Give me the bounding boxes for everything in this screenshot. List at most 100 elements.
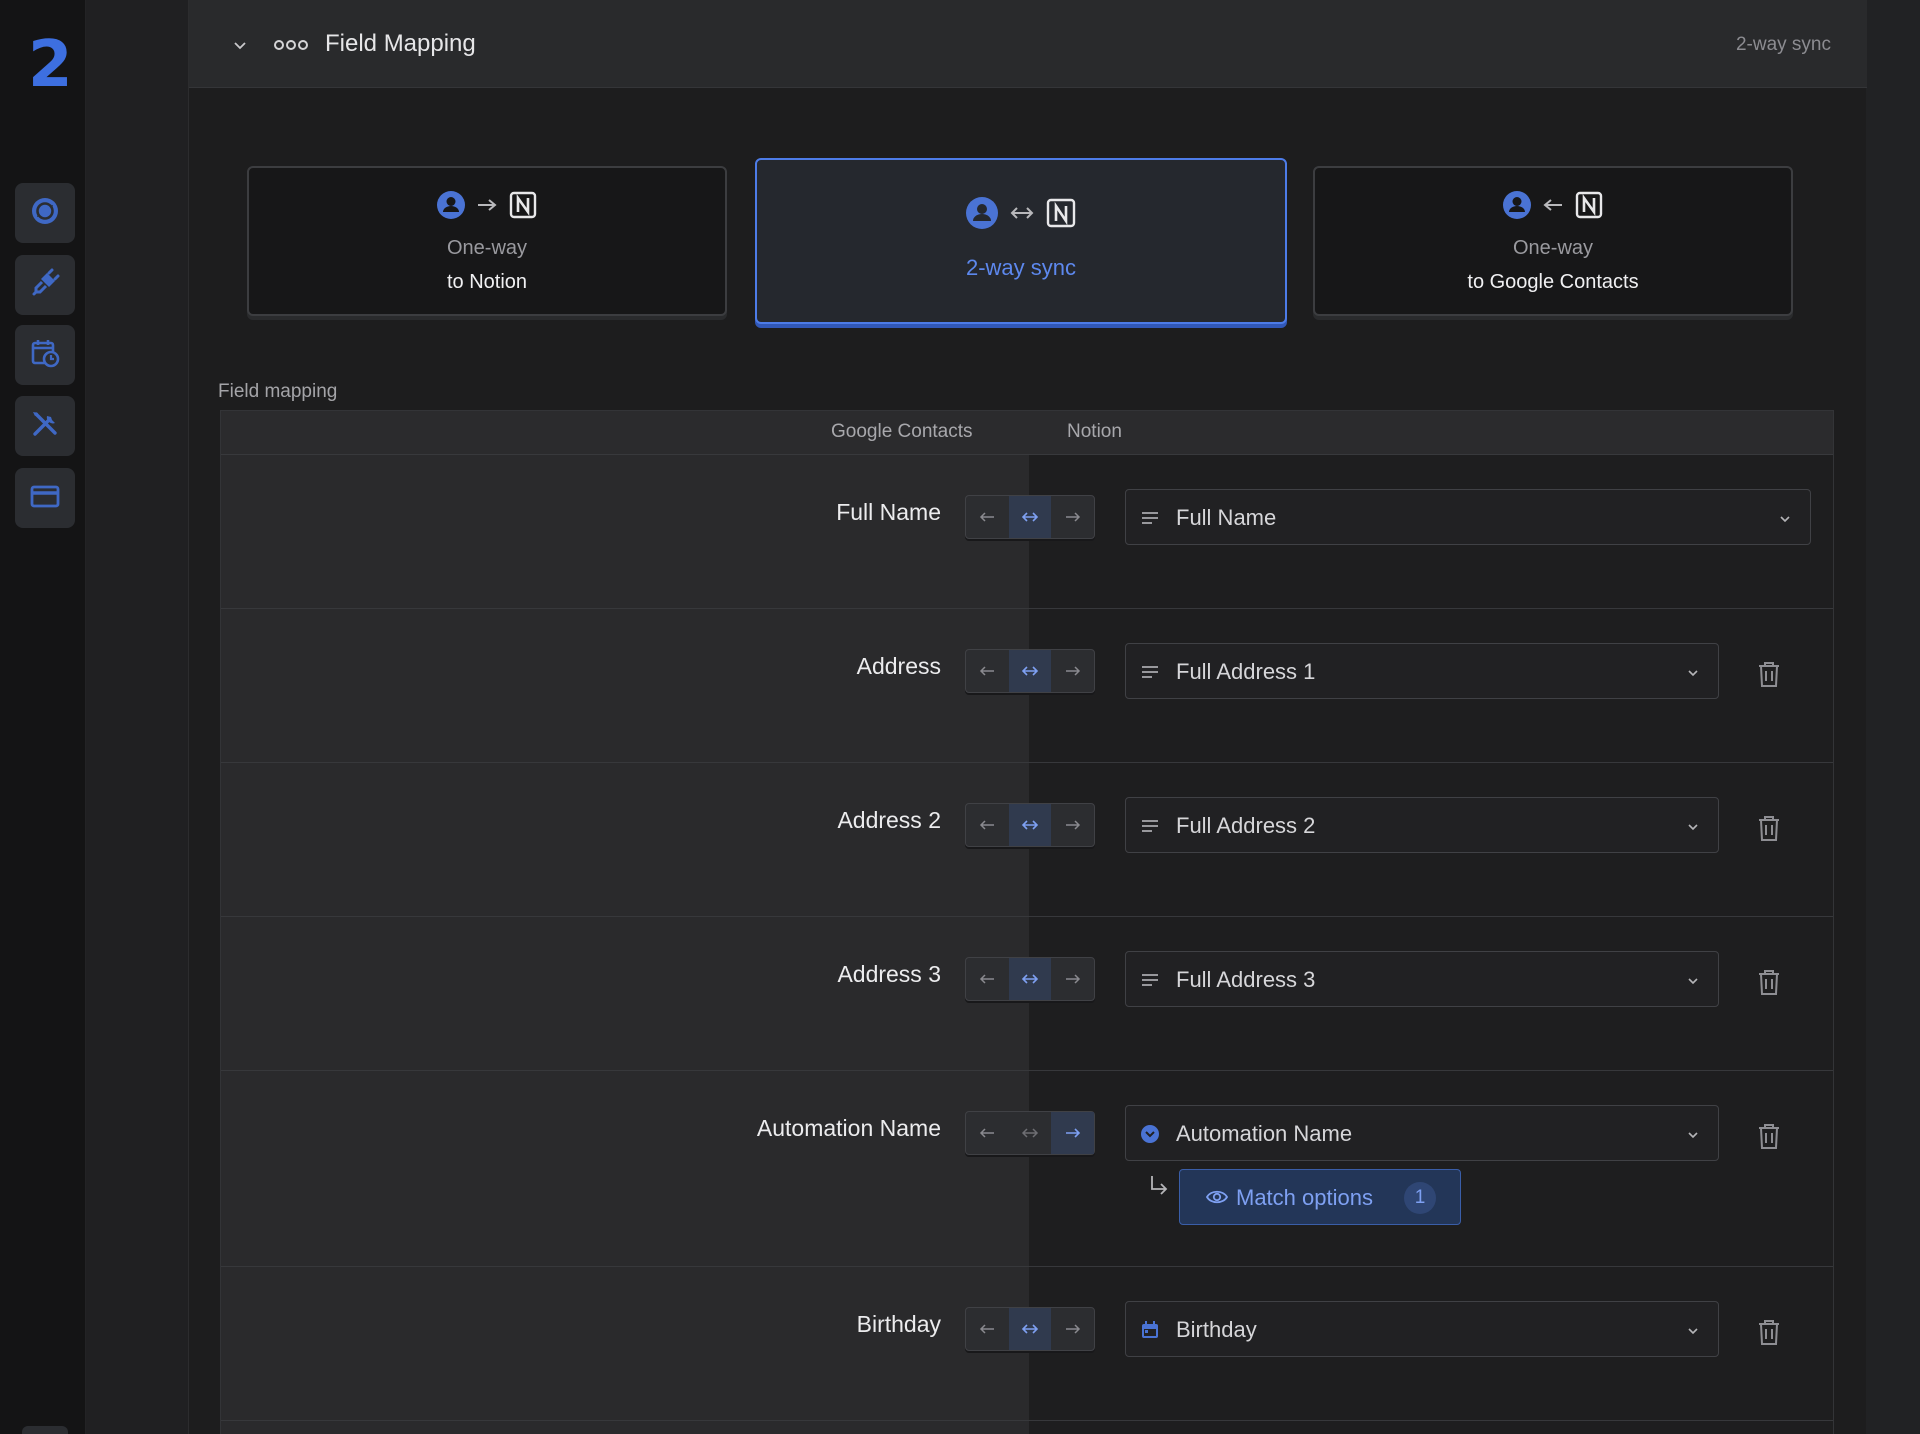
chevron-down-icon[interactable] — [231, 36, 249, 54]
delete-mapping-button[interactable] — [1755, 659, 1783, 689]
arrow-left-icon — [980, 512, 995, 522]
select-value: Full Address 2 — [1176, 813, 1316, 838]
panel-header[interactable]: Field Mapping 2-way sync — [189, 0, 1867, 88]
trash-icon — [1759, 1320, 1779, 1345]
notion-icon — [1574, 190, 1604, 220]
chevron-down-icon — [1686, 666, 1700, 680]
sync-icon — [29, 195, 61, 232]
direction-both-button[interactable] — [1009, 1112, 1052, 1154]
chevron-down-icon — [1686, 1128, 1700, 1142]
mode-line1: One-way — [1512, 237, 1594, 259]
delete-mapping-button[interactable] — [1755, 967, 1783, 997]
direction-right-button[interactable] — [1051, 650, 1094, 692]
arrow-both-icon — [1021, 666, 1039, 676]
sidebar-item-integrations[interactable] — [15, 255, 75, 315]
match-options-label: Match options — [1236, 1185, 1373, 1210]
table-row: Birthday Birthday — [221, 1267, 1833, 1421]
text-lines-icon — [1140, 970, 1160, 990]
eye-icon — [1205, 1188, 1229, 1206]
match-options-count-badge: 1 — [1404, 1182, 1436, 1214]
canvas-gap — [86, 0, 188, 1434]
google-field-label: Address 3 — [837, 961, 941, 987]
column-header-notion: Notion — [1067, 421, 1122, 442]
notion-property-select[interactable]: Full Address 1 — [1125, 643, 1719, 699]
direction-left-button[interactable] — [966, 1112, 1009, 1154]
notion-icon — [508, 190, 538, 220]
direction-both-button[interactable] — [1008, 804, 1052, 846]
notion-property-select[interactable]: Full Address 2 — [1125, 797, 1719, 853]
direction-both-button[interactable] — [1008, 650, 1052, 692]
direction-right-button[interactable] — [1051, 1308, 1094, 1350]
select-value: Full Address 3 — [1176, 967, 1316, 992]
chevron-down-icon — [1778, 512, 1792, 526]
arrow-right-icon — [1065, 666, 1080, 676]
select-circle-icon — [1140, 1124, 1160, 1144]
field-mapping-table: Google Contacts Notion Full Name Full Na… — [220, 410, 1834, 1434]
app-logo: 2 — [28, 28, 73, 102]
notion-property-select[interactable]: Full Address 3 — [1125, 951, 1719, 1007]
direction-left-button[interactable] — [966, 804, 1009, 846]
calendar-clock-icon — [29, 337, 61, 374]
arrow-both-icon — [1009, 205, 1035, 221]
arrow-right-icon — [476, 197, 498, 213]
arrow-left-icon — [980, 1128, 995, 1138]
sidebar-item-tools[interactable] — [15, 396, 75, 456]
mode-two-way-sync[interactable]: 2-way sync — [755, 158, 1287, 324]
arrow-left-icon — [980, 1324, 995, 1334]
google-field-label: Automation Name — [756, 1115, 941, 1141]
mode-line2: to Google Contacts — [1467, 271, 1639, 293]
direction-right-button[interactable] — [1051, 804, 1094, 846]
direction-right-button[interactable] — [1051, 958, 1094, 1000]
sidebar: 2 — [0, 0, 86, 1434]
mode-one-way-to-notion[interactable]: One-way to Notion — [247, 166, 727, 316]
direction-both-button[interactable] — [1008, 496, 1052, 538]
match-options-button[interactable]: Match options 1 — [1179, 1169, 1461, 1225]
sync-direction-toggle — [965, 1307, 1095, 1351]
table-row: Automation Name Automation Name Match op… — [221, 1071, 1833, 1267]
direction-left-button[interactable] — [966, 958, 1009, 1000]
canvas-gutter — [1866, 0, 1920, 1434]
contact-icon — [965, 196, 999, 230]
notion-property-select[interactable]: Birthday — [1125, 1301, 1719, 1357]
chevron-down-icon — [1686, 974, 1700, 988]
sidebar-account[interactable] — [22, 1426, 68, 1434]
arrow-both-icon — [1021, 1128, 1039, 1138]
arrow-left-icon — [980, 666, 995, 676]
sidebar-item-schedule[interactable] — [15, 325, 75, 385]
arrow-both-icon — [1021, 974, 1039, 984]
delete-mapping-button[interactable] — [1755, 1121, 1783, 1151]
chevron-down-icon — [1686, 1324, 1700, 1338]
table-row: Full Name Full Name — [221, 455, 1833, 609]
arrow-right-icon — [1065, 820, 1080, 830]
arrow-left-icon — [1542, 197, 1564, 213]
arrow-both-icon — [1021, 1324, 1039, 1334]
sidebar-item-billing[interactable] — [15, 468, 75, 528]
delete-mapping-button[interactable] — [1755, 813, 1783, 843]
arrow-right-icon — [1065, 1324, 1080, 1334]
sync-direction-toggle — [965, 649, 1095, 693]
direction-left-button[interactable] — [966, 496, 1009, 538]
google-field-label: Address — [856, 653, 941, 679]
sidebar-item-sync[interactable] — [15, 183, 75, 243]
direction-right-button[interactable] — [1051, 496, 1094, 538]
direction-left-button[interactable] — [966, 650, 1009, 692]
direction-left-button[interactable] — [966, 1308, 1009, 1350]
notion-property-select[interactable]: Automation Name — [1125, 1105, 1719, 1161]
more-options-icon[interactable] — [273, 36, 309, 54]
notion-icon — [1045, 197, 1077, 229]
trash-icon — [1759, 970, 1779, 995]
current-sync-mode: 2-way sync — [1735, 34, 1831, 55]
direction-right-button[interactable] — [1051, 1112, 1095, 1154]
notion-property-select[interactable]: Full Name — [1125, 489, 1811, 545]
table-header: Google Contacts Notion — [221, 411, 1833, 455]
direction-both-button[interactable] — [1008, 958, 1052, 1000]
column-header-google-contacts: Google Contacts — [831, 421, 973, 442]
direction-both-button[interactable] — [1008, 1308, 1052, 1350]
mode-one-way-to-google[interactable]: One-way to Google Contacts — [1313, 166, 1793, 316]
text-lines-icon — [1140, 816, 1160, 836]
delete-mapping-button[interactable] — [1755, 1317, 1783, 1347]
subdirectory-arrow-icon — [1147, 1173, 1171, 1199]
arrow-left-icon — [980, 820, 995, 830]
panel-title: Field Mapping — [325, 30, 476, 57]
select-value: Automation Name — [1176, 1121, 1353, 1146]
